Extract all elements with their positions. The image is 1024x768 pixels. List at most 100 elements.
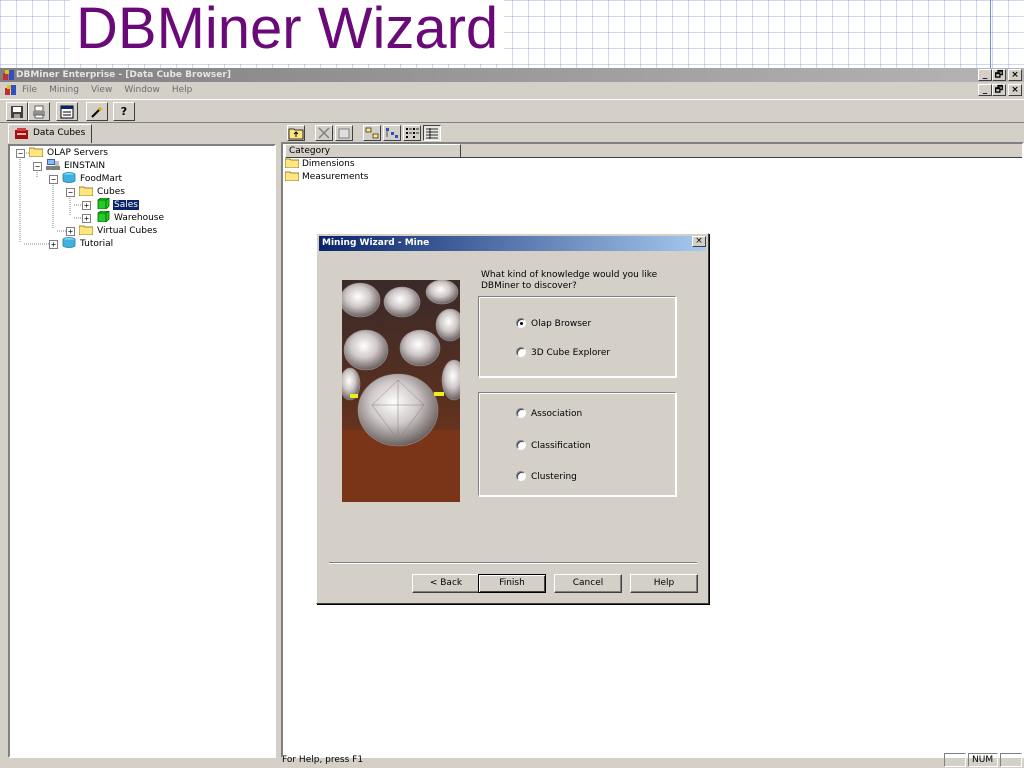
cube-tree[interactable]: − OLAP Servers − EINSTAIN − FoodMart − C…: [8, 144, 276, 758]
menu-view[interactable]: View: [91, 82, 112, 98]
folder-icon: [285, 171, 299, 181]
details-view-icon: [426, 128, 438, 139]
expander-foodmart[interactable]: −: [49, 175, 58, 184]
slide-divider-line: [990, 0, 991, 70]
data-cubes-icon: [15, 128, 28, 139]
dialog-close-button[interactable]: ×: [692, 236, 706, 247]
status-cell-caps: [944, 753, 966, 767]
browse-options-group: Olap Browser 3D Cube Explorer: [478, 296, 676, 377]
document-icon[interactable]: [4, 84, 17, 96]
help-button[interactable]: Help: [630, 574, 698, 593]
radio-olap-browser[interactable]: Olap Browser: [516, 317, 591, 330]
column-header-filler: [461, 144, 1022, 158]
large-icons-button[interactable]: [363, 125, 381, 141]
list-item-measurements[interactable]: Measurements: [285, 171, 368, 184]
menu-bar: File Mining View Window Help _ 🗗 ×: [0, 82, 1024, 98]
dialog-question: What kind of knowledge would you like DB…: [481, 270, 658, 291]
cancel-button[interactable]: Cancel: [554, 574, 622, 593]
status-bar: For Help, press F1 NUM: [0, 752, 1024, 768]
expander-virtual-cubes[interactable]: +: [66, 227, 75, 236]
dialog-separator: [329, 562, 697, 564]
tab-label: Data Cubes: [33, 128, 86, 138]
radio-clustering[interactable]: Clustering: [516, 470, 577, 483]
up-folder-button[interactable]: [287, 125, 305, 141]
window-controls: _ 🗗 ×: [978, 69, 1022, 81]
back-button[interactable]: < Back: [412, 574, 480, 593]
properties-button[interactable]: [56, 102, 78, 121]
tree-node-warehouse[interactable]: Warehouse: [96, 211, 165, 225]
window-title: DBMiner Enterprise - [Data Cube Browser]: [16, 70, 231, 80]
up-folder-icon: [288, 128, 304, 140]
delete-button[interactable]: [315, 125, 333, 141]
tree-node-olap-servers[interactable]: OLAP Servers: [29, 147, 109, 160]
cube-icon: [97, 211, 110, 222]
radio-button-selected[interactable]: [516, 317, 526, 328]
menu-mining[interactable]: Mining: [49, 82, 79, 98]
dialog-titlebar[interactable]: Mining Wizard - Mine: [319, 236, 706, 251]
list-view-icon: [406, 128, 419, 138]
database-icon: [62, 237, 76, 248]
save-icon: [11, 105, 23, 118]
menu-file[interactable]: File: [22, 82, 37, 98]
restore-button[interactable]: 🗗: [992, 69, 1006, 81]
status-num: NUM: [968, 753, 998, 767]
properties-icon: [60, 105, 74, 118]
radio-button[interactable]: [516, 346, 526, 357]
save-button[interactable]: [6, 102, 28, 121]
radio-button[interactable]: [516, 470, 526, 481]
document-window-controls: _ 🗗 ×: [978, 84, 1022, 96]
column-header-category[interactable]: Category: [285, 144, 461, 158]
close-button[interactable]: ×: [1008, 69, 1022, 81]
cube-icon: [97, 198, 110, 209]
help-button[interactable]: ?: [113, 102, 135, 121]
server-icon: [46, 159, 60, 170]
doc-minimize-button[interactable]: _: [978, 84, 992, 96]
expander-sales[interactable]: +: [82, 201, 91, 210]
doc-close-button[interactable]: ×: [1008, 84, 1022, 96]
window-titlebar[interactable]: DBMiner Enterprise - [Data Cube Browser]…: [0, 68, 1024, 82]
left-pane: Data Cubes − OLAP Servers − EINSTAIN − F…: [4, 124, 276, 758]
database-icon: [62, 172, 76, 183]
dialog-title: Mining Wizard - Mine: [322, 238, 430, 248]
radio-button[interactable]: [516, 439, 526, 450]
print-button[interactable]: [28, 102, 50, 121]
tab-data-cubes[interactable]: Data Cubes: [8, 124, 92, 143]
finish-button[interactable]: Finish: [478, 574, 546, 593]
print-icon: [33, 105, 45, 118]
expander-warehouse[interactable]: +: [82, 214, 91, 223]
properties-small-button[interactable]: [335, 125, 353, 141]
minimize-button[interactable]: _: [978, 69, 992, 81]
magic-wand-icon: [91, 105, 103, 118]
slide-title: DBMiner Wizard: [70, 0, 505, 64]
tree-node-server[interactable]: EINSTAIN: [46, 159, 106, 173]
mining-wizard-dialog: Mining Wizard - Mine × What kind of know…: [316, 233, 709, 604]
list-view-button[interactable]: [403, 125, 421, 141]
expander-cubes[interactable]: −: [66, 188, 75, 197]
radio-button[interactable]: [516, 407, 526, 418]
small-icons-button[interactable]: [383, 125, 401, 141]
tree-node-virtual-cubes[interactable]: Virtual Cubes: [79, 225, 158, 238]
status-cell-scroll: [1000, 753, 1022, 767]
small-icons-icon: [386, 128, 398, 138]
expander-olap-servers[interactable]: −: [16, 149, 25, 158]
menu-window[interactable]: Window: [124, 82, 160, 98]
details-view-button[interactable]: [423, 125, 441, 141]
status-help-text: For Help, press F1: [282, 755, 364, 765]
radio-association[interactable]: Association: [516, 407, 582, 420]
folder-icon: [285, 158, 299, 168]
radio-classification[interactable]: Classification: [516, 439, 591, 452]
folder-icon: [79, 186, 93, 196]
doc-restore-button[interactable]: 🗗: [992, 84, 1006, 96]
wizard-button[interactable]: [86, 102, 108, 121]
main-toolbar: ?: [0, 99, 1024, 123]
folder-icon: [29, 147, 43, 157]
radio-3d-cube-explorer[interactable]: 3D Cube Explorer: [516, 346, 610, 359]
delete-icon: [318, 127, 330, 139]
expander-server[interactable]: −: [33, 162, 42, 171]
menu-help[interactable]: Help: [172, 82, 193, 98]
tree-node-tutorial[interactable]: Tutorial: [62, 237, 114, 251]
large-icons-icon: [365, 127, 379, 139]
expander-tutorial[interactable]: +: [49, 240, 58, 249]
properties-icon: [338, 128, 350, 139]
folder-icon: [79, 225, 93, 235]
